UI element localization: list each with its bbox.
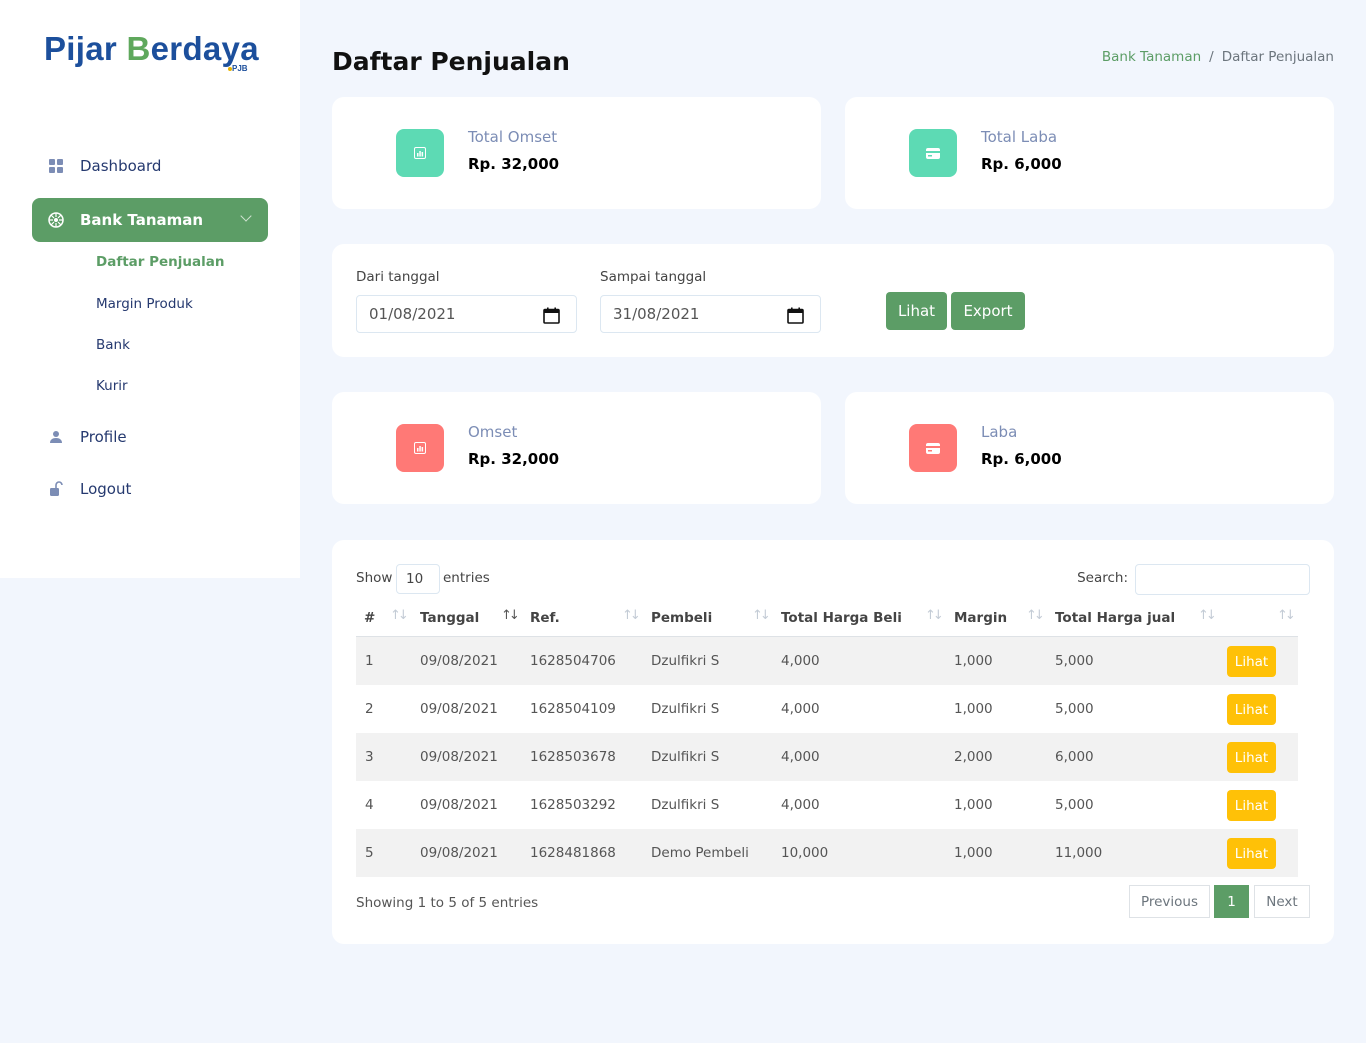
filter-card: Dari tanggal 01/08/2021 Sampai tanggal 3…	[332, 244, 1334, 357]
sidebar-item-dashboard[interactable]: Dashboard	[32, 144, 268, 188]
entries-label: entries	[443, 570, 490, 586]
column-header-tanggal[interactable]: Tanggal	[420, 610, 479, 626]
table-row: 3 09/08/2021 1628503678 Dzulfikri S 4,00…	[356, 733, 1298, 781]
stat-value: Rp. 6,000	[981, 155, 1062, 173]
person-icon	[48, 429, 64, 445]
show-label: Show	[356, 570, 393, 586]
stat-value: Rp. 6,000	[981, 450, 1062, 468]
stat-label: Total Laba	[981, 128, 1058, 146]
row-view-button[interactable]: Lihat	[1227, 646, 1276, 677]
grid-icon	[48, 158, 64, 174]
chevron-down-icon	[240, 210, 252, 222]
sidebar-item-logout[interactable]: Logout	[32, 467, 268, 511]
to-date-input[interactable]: 31/08/2021	[600, 295, 821, 333]
sidebar-item-label: Dashboard	[80, 157, 162, 175]
stat-value: Rp. 32,000	[468, 155, 560, 173]
sort-icon[interactable]: ↑↓	[1198, 608, 1217, 623]
column-header-total-harga-beli[interactable]: Total Harga Beli	[781, 610, 902, 626]
table-row: 1 09/08/2021 1628504706 Dzulfikri S 4,00…	[356, 637, 1298, 685]
calendar-icon[interactable]	[543, 307, 560, 328]
stat-card-total-laba: Total Laba Rp. 6,000	[845, 97, 1334, 209]
chart-icon	[396, 424, 444, 472]
table-row: 2 09/08/2021 1628504109 Dzulfikri S 4,00…	[356, 685, 1298, 733]
search-label: Search:	[1077, 570, 1128, 586]
page-length-select[interactable]: 10	[396, 564, 440, 594]
pagination-page-1[interactable]: 1	[1214, 885, 1249, 918]
from-date-input[interactable]: 01/08/2021	[356, 295, 577, 333]
column-header-total-harga-jual[interactable]: Total Harga jual	[1055, 610, 1175, 626]
sales-table-card: Show 10 entries Search: # ↑↓ Tanggal ↑↓ …	[332, 540, 1334, 944]
stat-label: Laba	[981, 423, 1018, 441]
page-title: Daftar Penjualan	[332, 47, 570, 76]
sort-icon[interactable]: ↑↓	[925, 608, 944, 623]
column-header-pembeli[interactable]: Pembeli	[651, 610, 712, 626]
calendar-icon[interactable]	[787, 307, 804, 328]
sidebar-item-label: Profile	[80, 428, 127, 446]
table-row: 4 09/08/2021 1628503292 Dzulfikri S 4,00…	[356, 781, 1298, 829]
breadcrumb-separator: /	[1209, 49, 1214, 65]
brand-logo[interactable]: Pijar Berdaya	[44, 30, 259, 68]
export-button[interactable]: Export	[951, 292, 1025, 330]
chart-icon	[396, 129, 444, 177]
table-info: Showing 1 to 5 of 5 entries	[356, 895, 539, 911]
credit-card-icon	[909, 129, 957, 177]
from-date-label: Dari tanggal	[356, 269, 440, 285]
brand-sub: PJB	[232, 64, 248, 73]
table-header: # ↑↓ Tanggal ↑↓ Ref. ↑↓ Pembeli ↑↓ Total…	[356, 600, 1298, 637]
sidebar-item-label: Logout	[80, 480, 132, 498]
sort-icon[interactable]: ↑↓	[1026, 608, 1045, 623]
sort-icon[interactable]: ↑↓	[752, 608, 771, 623]
sales-table: # ↑↓ Tanggal ↑↓ Ref. ↑↓ Pembeli ↑↓ Total…	[356, 600, 1298, 877]
column-header-no[interactable]: #	[364, 610, 375, 626]
submenu-item-daftar-penjualan[interactable]: Daftar Penjualan	[96, 254, 224, 270]
stat-card-omset: Omset Rp. 32,000	[332, 392, 821, 504]
stat-label: Total Omset	[468, 128, 558, 146]
table-row: 5 09/08/2021 1628481868 Demo Pembeli 10,…	[356, 829, 1298, 877]
column-header-ref[interactable]: Ref.	[530, 610, 560, 626]
view-button[interactable]: Lihat	[886, 292, 947, 330]
submenu-item-bank[interactable]: Bank	[96, 337, 130, 353]
breadcrumb: Bank Tanaman / Daftar Penjualan	[1102, 49, 1334, 65]
search-input[interactable]	[1135, 564, 1310, 595]
submenu-item-margin-produk[interactable]: Margin Produk	[96, 296, 193, 312]
pagination-next[interactable]: Next	[1254, 885, 1310, 918]
unlock-icon	[48, 481, 64, 497]
submenu-item-kurir[interactable]: Kurir	[96, 378, 128, 394]
row-view-button[interactable]: Lihat	[1227, 838, 1276, 869]
column-header-margin[interactable]: Margin	[954, 610, 1007, 626]
sort-icon[interactable]: ↑↓	[622, 608, 641, 623]
row-view-button[interactable]: Lihat	[1227, 790, 1276, 821]
sidebar: Pijar Berdaya PJB Dashboard Bank Tanaman…	[0, 0, 300, 578]
pagination-previous[interactable]: Previous	[1129, 885, 1210, 918]
sidebar-item-profile[interactable]: Profile	[32, 415, 268, 459]
breadcrumb-current: Daftar Penjualan	[1221, 49, 1334, 65]
sort-icon[interactable]: ↑↓	[390, 608, 409, 623]
sidebar-item-bank-tanaman[interactable]: Bank Tanaman	[32, 198, 268, 242]
breadcrumb-link-bank-tanaman[interactable]: Bank Tanaman	[1102, 49, 1201, 65]
stat-card-total-omset: Total Omset Rp. 32,000	[332, 97, 821, 209]
sort-icon[interactable]: ↑↓	[1277, 608, 1296, 623]
stat-label: Omset	[468, 423, 518, 441]
sort-icon[interactable]: ↑↓	[501, 608, 520, 623]
credit-card-icon	[909, 424, 957, 472]
stat-card-laba: Laba Rp. 6,000	[845, 392, 1334, 504]
to-date-label: Sampai tanggal	[600, 269, 707, 285]
flower-icon	[48, 212, 64, 228]
stat-value: Rp. 32,000	[468, 450, 560, 468]
row-view-button[interactable]: Lihat	[1227, 742, 1276, 773]
sidebar-item-label: Bank Tanaman	[80, 211, 204, 229]
row-view-button[interactable]: Lihat	[1227, 694, 1276, 725]
